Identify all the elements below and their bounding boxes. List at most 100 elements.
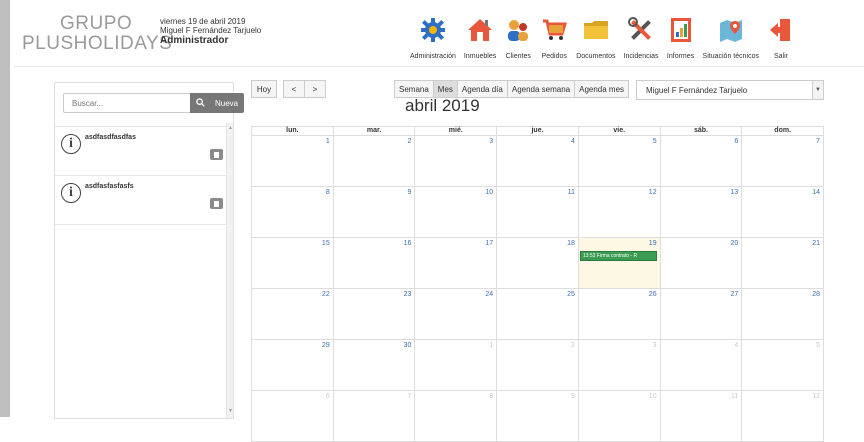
day-number[interactable]: 10 bbox=[485, 189, 493, 196]
calendar-day-cell[interactable]: 2 bbox=[332, 136, 415, 186]
scroll-up-icon[interactable]: ▲ bbox=[228, 125, 233, 131]
day-number[interactable]: 14 bbox=[812, 189, 820, 196]
day-number[interactable]: 22 bbox=[322, 291, 330, 298]
nav-situacion-tecnicos[interactable]: Situación técnicos bbox=[699, 12, 763, 66]
calendar-day-cell[interactable]: 4 bbox=[496, 136, 578, 186]
day-number[interactable]: 21 bbox=[812, 240, 820, 247]
calendar-day-cell[interactable]: 4 bbox=[659, 340, 742, 390]
nav-incidencias[interactable]: Incidencias bbox=[620, 12, 663, 66]
nav-administracion[interactable]: Administración bbox=[406, 12, 460, 66]
trash-icon[interactable] bbox=[210, 198, 223, 209]
day-number[interactable]: 26 bbox=[649, 291, 657, 298]
calendar-day-cell[interactable]: 5 bbox=[741, 340, 823, 390]
view-agenda-month-button[interactable]: Agenda mes bbox=[574, 80, 630, 98]
calendar-day-cell[interactable]: 9 bbox=[496, 391, 578, 441]
calendar-day-cell[interactable]: 30 bbox=[332, 340, 415, 390]
day-number[interactable]: 6 bbox=[734, 138, 738, 145]
day-number[interactable]: 9 bbox=[408, 189, 412, 196]
day-number[interactable]: 20 bbox=[731, 240, 739, 247]
nav-documentos[interactable]: Documentos bbox=[572, 12, 619, 66]
day-number[interactable]: 7 bbox=[816, 138, 820, 145]
user-select[interactable]: Miguel F Fernández Tarjuelo ▼ bbox=[636, 80, 824, 100]
day-number[interactable]: 5 bbox=[816, 342, 820, 349]
nav-informes[interactable]: Informes bbox=[663, 12, 699, 66]
day-number[interactable]: 2 bbox=[408, 138, 412, 145]
calendar-day-cell[interactable]: 15 bbox=[252, 238, 333, 288]
calendar-day-cell[interactable]: 28 bbox=[741, 289, 823, 339]
calendar-day-cell[interactable]: 12 bbox=[741, 391, 823, 441]
nav-inmuebles[interactable]: Inmuebles bbox=[460, 12, 500, 66]
day-number[interactable]: 11 bbox=[731, 393, 738, 400]
day-number[interactable]: 23 bbox=[404, 291, 412, 298]
day-number[interactable]: 8 bbox=[326, 189, 330, 196]
day-number[interactable]: 17 bbox=[485, 240, 493, 247]
day-number[interactable]: 4 bbox=[734, 342, 738, 349]
calendar-day-cell[interactable]: 8 bbox=[414, 391, 496, 441]
calendar-day-cell[interactable]: 22 bbox=[252, 289, 333, 339]
day-number[interactable]: 1 bbox=[489, 342, 493, 349]
scroll-down-icon[interactable]: ▼ bbox=[228, 408, 233, 414]
view-agenda-week-button[interactable]: Agenda semana bbox=[506, 80, 576, 98]
calendar-day-cell[interactable]: 12 bbox=[577, 187, 660, 237]
day-number[interactable]: 29 bbox=[322, 342, 330, 349]
calendar-day-cell[interactable]: 21 bbox=[741, 238, 823, 288]
day-number[interactable]: 2 bbox=[571, 342, 575, 349]
search-new-button[interactable]: Nueva bbox=[190, 93, 245, 113]
calendar-day-cell[interactable]: 29 bbox=[252, 340, 333, 390]
calendar-day-cell[interactable]: 10 bbox=[577, 391, 660, 441]
calendar-day-cell[interactable]: 7 bbox=[741, 136, 823, 186]
day-number[interactable]: 16 bbox=[404, 240, 412, 247]
day-number[interactable]: 24 bbox=[485, 291, 493, 298]
day-number[interactable]: 12 bbox=[649, 189, 657, 196]
day-number[interactable]: 18 bbox=[567, 240, 575, 247]
calendar-day-cell[interactable]: 26 bbox=[577, 289, 660, 339]
day-number[interactable]: 3 bbox=[653, 342, 657, 349]
calendar-day-cell[interactable]: 3 bbox=[577, 340, 660, 390]
calendar-day-cell[interactable]: 17 bbox=[414, 238, 496, 288]
day-number[interactable]: 9 bbox=[571, 393, 575, 400]
calendar-day-cell[interactable]: 14 bbox=[741, 187, 823, 237]
day-number[interactable]: 8 bbox=[489, 393, 493, 400]
day-number[interactable]: 3 bbox=[489, 138, 493, 145]
day-number[interactable]: 12 bbox=[812, 393, 820, 400]
calendar-day-cell[interactable]: 6 bbox=[252, 391, 333, 441]
day-number[interactable]: 7 bbox=[408, 393, 412, 400]
sidebar-scrollbar[interactable]: ▲ ▼ bbox=[226, 123, 233, 418]
calendar-day-cell[interactable]: 25 bbox=[496, 289, 578, 339]
next-month-button[interactable]: > bbox=[304, 80, 326, 98]
nav-pedidos[interactable]: Pedidos bbox=[536, 12, 572, 66]
calendar-day-cell[interactable]: 27 bbox=[659, 289, 742, 339]
calendar-day-cell[interactable]: 7 bbox=[332, 391, 415, 441]
day-number[interactable]: 13 bbox=[731, 189, 739, 196]
list-item[interactable]: i asdfasdfasdfas bbox=[55, 126, 227, 176]
calendar-day-cell[interactable]: 11 bbox=[659, 391, 742, 441]
day-number[interactable]: 19 bbox=[649, 240, 657, 247]
calendar-event[interactable]: 13:53 Firma contrato - R bbox=[579, 251, 657, 261]
prev-month-button[interactable]: < bbox=[283, 80, 305, 98]
day-number[interactable]: 30 bbox=[404, 342, 412, 349]
list-item[interactable]: i asdfasfasfasfs bbox=[55, 175, 227, 225]
calendar-day-cell[interactable]: 2 bbox=[496, 340, 578, 390]
calendar-day-cell[interactable]: 18 bbox=[496, 238, 578, 288]
day-number[interactable]: 4 bbox=[571, 138, 575, 145]
calendar-day-cell[interactable]: 1 bbox=[252, 136, 333, 186]
day-number[interactable]: 15 bbox=[322, 240, 330, 247]
calendar-day-cell[interactable]: 10 bbox=[414, 187, 496, 237]
calendar-day-cell[interactable]: 1 bbox=[414, 340, 496, 390]
calendar-day-cell[interactable]: 8 bbox=[252, 187, 333, 237]
day-number[interactable]: 5 bbox=[653, 138, 657, 145]
day-number[interactable]: 28 bbox=[812, 291, 820, 298]
calendar-day-cell[interactable]: 19 13:53 Firma contrato - R bbox=[577, 238, 660, 288]
calendar-day-cell[interactable]: 24 bbox=[414, 289, 496, 339]
calendar-day-cell[interactable]: 20 bbox=[659, 238, 742, 288]
day-number[interactable]: 27 bbox=[731, 291, 739, 298]
nav-clientes[interactable]: Clientes bbox=[500, 12, 536, 66]
search-input[interactable] bbox=[63, 93, 190, 113]
day-number[interactable]: 10 bbox=[649, 393, 657, 400]
calendar-day-cell[interactable]: 9 bbox=[332, 187, 415, 237]
calendar-day-cell[interactable]: 3 bbox=[414, 136, 496, 186]
day-number[interactable]: 1 bbox=[326, 138, 330, 145]
calendar-day-cell[interactable]: 5 bbox=[577, 136, 660, 186]
nav-salir[interactable]: Salir bbox=[763, 12, 799, 66]
calendar-day-cell[interactable]: 11 bbox=[496, 187, 578, 237]
